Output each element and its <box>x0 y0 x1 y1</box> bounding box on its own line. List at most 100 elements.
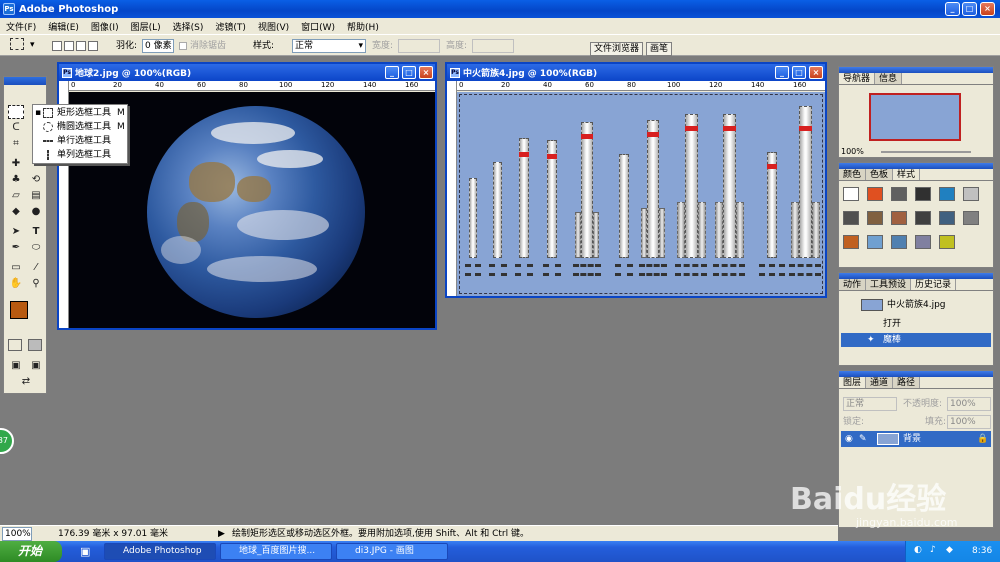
antialias-checkbox[interactable] <box>179 42 187 50</box>
lasso-tool-icon[interactable]: ᑕ <box>8 121 24 135</box>
tab-layers[interactable]: 图层 <box>839 377 867 388</box>
crop-tool-icon[interactable]: ⌗ <box>8 137 24 151</box>
doc-maximize-button[interactable]: □ <box>792 66 806 79</box>
swatch-item[interactable] <box>867 187 883 201</box>
swatch-item[interactable] <box>867 211 883 225</box>
menu-edit[interactable]: 编辑(E) <box>42 20 85 33</box>
shape-tool-icon[interactable]: ⬭ <box>28 241 44 255</box>
tab-actions[interactable]: 动作 <box>839 279 867 290</box>
tray-volume-icon[interactable]: ♪ <box>930 545 936 555</box>
dodge-tool-icon[interactable]: ● <box>28 205 44 219</box>
doc-close-button[interactable]: × <box>809 66 823 79</box>
opacity-input[interactable]: 100% <box>947 397 991 411</box>
blur-tool-icon[interactable]: ◆ <box>8 205 24 219</box>
tray-security-icon[interactable]: ◆ <box>946 545 953 555</box>
quickmask-mode-icon[interactable] <box>28 339 42 351</box>
hand-tool-icon[interactable]: ✋ <box>8 277 24 291</box>
tab-paths[interactable]: 路径 <box>893 377 921 388</box>
swatch-item[interactable] <box>963 211 979 225</box>
path-select-tool-icon[interactable]: ➤ <box>8 225 24 239</box>
screen-mode-icon[interactable]: ▣ <box>8 359 24 373</box>
tray-network-icon[interactable]: ◐ <box>914 545 922 555</box>
menu-select[interactable]: 选择(S) <box>167 20 210 33</box>
tab-file-browser[interactable]: 文件浏览器 <box>590 42 644 56</box>
close-button[interactable]: × <box>980 2 995 16</box>
style-select[interactable]: 正常 ▾ <box>292 39 366 53</box>
menu-window[interactable]: 窗口(W) <box>295 20 341 33</box>
swatch-item[interactable] <box>891 235 907 249</box>
swatch-item[interactable] <box>915 187 931 201</box>
intersect-selection-button[interactable] <box>88 41 98 51</box>
taskbar-photoshop[interactable]: Adobe Photoshop <box>104 543 216 560</box>
history-item-open[interactable]: 打开 <box>841 317 991 331</box>
doc-minimize-button[interactable]: _ <box>385 66 399 79</box>
menu-view[interactable]: 视图(V) <box>252 20 295 33</box>
layer-row-background[interactable]: ◉ ✎ 背景 🔒 <box>841 431 991 447</box>
doc-minimize-button[interactable]: _ <box>775 66 789 79</box>
swatch-item[interactable] <box>867 235 883 249</box>
flyout-item-single-column[interactable]: 单列选框工具 <box>33 148 127 162</box>
swatch-item[interactable] <box>891 187 907 201</box>
add-selection-button[interactable] <box>64 41 74 51</box>
healing-tool-icon[interactable]: ✚ <box>8 157 24 171</box>
eraser-tool-icon[interactable]: ▱ <box>8 189 24 203</box>
tab-history[interactable]: 历史记录 <box>911 279 957 290</box>
tab-color[interactable]: 颜色 <box>839 169 867 180</box>
subtract-selection-button[interactable] <box>76 41 86 51</box>
doc-close-button[interactable]: × <box>419 66 433 79</box>
swatch-item[interactable] <box>891 211 907 225</box>
new-selection-button[interactable] <box>52 41 62 51</box>
swatch-item[interactable] <box>963 187 979 201</box>
blend-mode-select[interactable]: 正常 <box>843 397 897 411</box>
navigator-thumbnail[interactable] <box>869 93 961 141</box>
marquee-tool-icon[interactable] <box>8 105 24 119</box>
taskbar-paint[interactable]: di3.JPG - 画图 <box>336 543 448 560</box>
zoom-slider[interactable] <box>881 151 971 153</box>
swatch-item[interactable] <box>843 235 859 249</box>
jump-to-imageready-icon[interactable]: ⇄ <box>18 375 34 389</box>
zoom-field[interactable]: 100% <box>2 527 32 541</box>
history-snapshot[interactable]: 中火箭族4.jpg <box>841 297 991 313</box>
rockets-canvas[interactable] <box>457 92 825 296</box>
history-item-magic-wand[interactable]: ✦ 魔棒 <box>841 333 991 347</box>
show-desktop-icon[interactable]: ▣ <box>80 545 90 558</box>
menu-image[interactable]: 图像(I) <box>85 20 125 33</box>
height-input[interactable] <box>472 39 514 53</box>
menu-layer[interactable]: 图层(L) <box>125 20 167 33</box>
flyout-item-rect-marquee[interactable]: ▪ 矩形选框工具 M <box>33 106 127 120</box>
minimize-button[interactable]: _ <box>945 2 960 16</box>
type-tool-icon[interactable]: T <box>28 225 44 239</box>
foreground-color-swatch[interactable] <box>10 301 28 319</box>
zoom-tool-icon[interactable]: ⚲ <box>28 277 44 291</box>
start-button[interactable]: 开始 <box>0 541 62 562</box>
marquee-preset-icon[interactable] <box>10 38 24 50</box>
tab-tool-presets[interactable]: 工具预设 <box>866 279 912 290</box>
width-input[interactable] <box>398 39 440 53</box>
eye-icon[interactable]: ◉ <box>845 431 853 447</box>
gradient-tool-icon[interactable]: ▤ <box>28 189 44 203</box>
swatch-item[interactable] <box>843 187 859 201</box>
history-brush-tool-icon[interactable]: ⟲ <box>28 173 44 187</box>
fullscreen-mode-icon[interactable]: ▣ <box>28 359 44 373</box>
taskbar-browser[interactable]: 地球_百度图片搜... <box>220 543 332 560</box>
swatch-item[interactable] <box>939 187 955 201</box>
preset-dropdown-arrow-icon[interactable]: ▾ <box>30 38 35 52</box>
menu-help[interactable]: 帮助(H) <box>341 20 385 33</box>
side-badge[interactable]: 37 <box>0 428 14 454</box>
tab-channels[interactable]: 通道 <box>866 377 894 388</box>
tab-styles[interactable]: 样式 <box>893 169 921 180</box>
swatch-item[interactable] <box>939 211 955 225</box>
swatch-item[interactable] <box>915 211 931 225</box>
standard-mode-icon[interactable] <box>8 339 22 351</box>
menu-filter[interactable]: 滤镜(T) <box>209 20 252 33</box>
flyout-item-ellipse-marquee[interactable]: 椭圆选框工具 M <box>33 120 127 134</box>
eyedropper-tool-icon[interactable]: ⁄ <box>28 261 44 275</box>
swatch-item[interactable] <box>939 235 955 249</box>
flyout-item-single-row[interactable]: 单行选框工具 <box>33 134 127 148</box>
fill-input[interactable]: 100% <box>947 415 991 429</box>
feather-input[interactable]: 0 像素 <box>142 39 174 53</box>
swatch-item[interactable] <box>915 235 931 249</box>
tab-swatches[interactable]: 色板 <box>866 169 894 180</box>
swatch-item[interactable] <box>843 211 859 225</box>
tab-info[interactable]: 信息 <box>875 73 903 84</box>
